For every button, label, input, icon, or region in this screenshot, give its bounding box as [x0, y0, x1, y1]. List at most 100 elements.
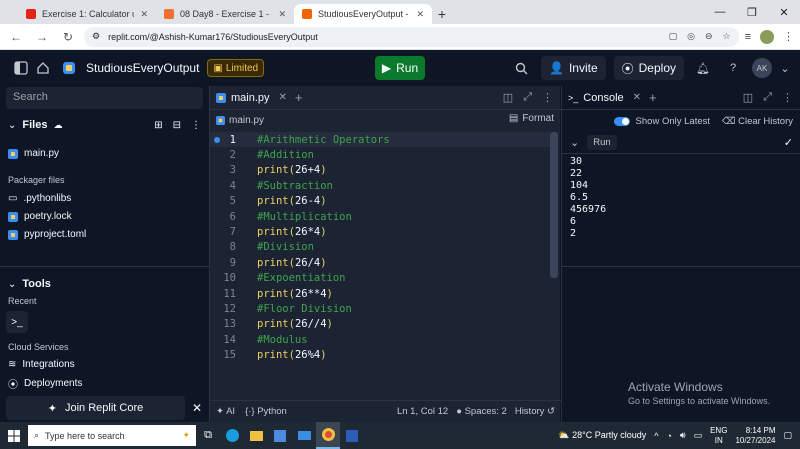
repl-name[interactable]: StudiousEveryOutput	[86, 61, 199, 75]
battery-icon[interactable]: ▭	[694, 430, 703, 441]
sidebar-toggle-icon[interactable]	[10, 57, 32, 79]
sidebar-search-input[interactable]: Search	[6, 87, 203, 109]
bookmark-star-icon[interactable]: ☆	[723, 31, 731, 42]
language-indicator[interactable]: {·} Python	[245, 406, 287, 417]
limited-badge[interactable]: ▣ Limited	[207, 59, 265, 77]
close-icon[interactable]: ✕	[188, 398, 206, 418]
screenshot-icon[interactable]: ▢	[669, 31, 678, 42]
search-icon[interactable]	[511, 57, 533, 79]
browser-menu-icon[interactable]: ⋮	[783, 30, 794, 43]
add-tab-plus-icon[interactable]: +	[649, 90, 657, 105]
editor-scrollbar[interactable]	[550, 132, 558, 278]
zoom-icon[interactable]: ⊖	[705, 31, 713, 42]
invite-button[interactable]: 👤 Invite	[540, 56, 606, 80]
code-line[interactable]: 12 #Floor Division	[210, 301, 550, 316]
close-icon[interactable]: ✕	[416, 9, 424, 20]
split-pane-icon[interactable]: ◫	[743, 91, 753, 104]
lens-icon[interactable]: ◎	[687, 31, 695, 42]
mail-icon[interactable]	[292, 422, 316, 449]
network-icon[interactable]: ◔	[666, 431, 671, 441]
home-icon[interactable]	[32, 57, 54, 79]
history-button[interactable]: History ↺	[515, 406, 555, 417]
task-view-icon[interactable]: ⧉	[196, 422, 220, 449]
bell-icon[interactable]: 🔔︎	[692, 57, 714, 79]
code-line[interactable]: 15 print(26%4)	[210, 347, 550, 362]
add-tab-plus-icon[interactable]: +	[295, 90, 303, 105]
file-item-pythonlibs[interactable]: ▭ .pythonlibs	[0, 193, 209, 204]
clear-history-button[interactable]: ⌫ Clear History	[722, 116, 793, 127]
close-icon[interactable]: ✕	[278, 9, 286, 20]
show-only-latest-toggle[interactable]	[613, 116, 630, 126]
format-button[interactable]: ▤ Format	[509, 113, 554, 124]
code-line[interactable]: 9 print(26/4)	[210, 255, 550, 270]
new-tab-plus-icon[interactable]: +	[432, 4, 452, 24]
language-indicator[interactable]: ENG IN	[710, 426, 727, 446]
code-line[interactable]: 2 #Addition	[210, 147, 550, 162]
site-info-icon[interactable]: ⚙	[92, 31, 100, 42]
maximize-icon[interactable]: ❐	[736, 0, 768, 24]
forward-arrow-icon[interactable]: →	[32, 27, 52, 47]
integrations-item[interactable]: ≋ Integrations	[0, 359, 209, 370]
browser-tab-replit[interactable]: StudiousEveryOutput - Replit ✕	[294, 4, 432, 24]
code-line[interactable]: 8 #Division	[210, 240, 550, 255]
code-line[interactable]: 11 print(26**4)	[210, 286, 550, 301]
close-icon[interactable]: ✕	[140, 9, 148, 20]
deploy-button[interactable]: ⦿ Deploy	[613, 56, 684, 80]
run-button[interactable]: ▶ Run	[375, 56, 425, 80]
reload-icon[interactable]: ↻	[58, 27, 78, 47]
tray-chevron-icon[interactable]: ^	[654, 431, 658, 441]
shell-tool-button[interactable]: >_	[6, 311, 28, 333]
file-item-pyproject[interactable]: pyproject.toml	[0, 229, 209, 240]
editor-tab-main-py[interactable]: main.py ✕	[216, 92, 287, 104]
code-line[interactable]: 7 print(26*4)	[210, 224, 550, 239]
close-icon[interactable]: ✕	[279, 92, 287, 103]
code-line[interactable]: 14 #Modulus	[210, 332, 550, 347]
minimize-icon[interactable]: —	[704, 0, 736, 24]
speaker-icon[interactable]: 🔊︎	[680, 430, 686, 441]
expand-icon[interactable]: ⤢	[763, 91, 772, 104]
weather-widget[interactable]: ⛅ 28°C Partly cloudy	[558, 430, 646, 441]
deployments-item[interactable]: ⦿ Deployments	[0, 376, 209, 391]
ai-button[interactable]: ✦ AI	[216, 406, 235, 417]
chrome-icon[interactable]	[316, 422, 340, 449]
chevron-down-icon[interactable]: ⌄	[780, 57, 790, 79]
more-options-icon[interactable]: ⋮	[782, 91, 793, 104]
code-line[interactable]: 13 print(26//4)	[210, 317, 550, 332]
code-line[interactable]: 5 print(26-4)	[210, 194, 550, 209]
start-button[interactable]	[0, 422, 28, 449]
code-area[interactable]: 1 #Arithmetic Operators 2 #Addition 3 print(2…	[210, 132, 550, 363]
file-item-main-py[interactable]: main.py	[0, 148, 209, 159]
more-options-icon[interactable]: ⋮	[191, 120, 201, 131]
join-replit-core-button[interactable]: ✦ Join Replit Core	[6, 396, 185, 420]
help-icon[interactable]: ?	[722, 57, 744, 79]
code-line[interactable]: 6 #Multiplication	[210, 209, 550, 224]
url-field[interactable]: ⚙ replit.com/@Ashish-Kumar176/StudiousEv…	[84, 26, 739, 47]
word-icon[interactable]	[340, 422, 364, 449]
console-tab[interactable]: >_ Console ✕	[568, 92, 641, 104]
file-explorer-icon[interactable]	[244, 422, 268, 449]
clock[interactable]: 8:14 PM 10/27/2024	[735, 426, 775, 446]
code-line[interactable]: 10 #Expoentiation	[210, 271, 550, 286]
browser-tab-calculator[interactable]: Exercise 1: Calculator using Pyth ✕	[18, 4, 156, 24]
notifications-icon[interactable]: ▢	[783, 430, 792, 441]
browser-profile-avatar[interactable]	[760, 29, 774, 44]
expand-icon[interactable]: ⤢	[523, 91, 532, 104]
breadcrumb-file[interactable]: main.py	[229, 115, 264, 126]
taskbar-search-input[interactable]: ⌕ Type here to search ✦	[28, 425, 196, 446]
cursor-position[interactable]: Ln 1, Col 12	[397, 406, 448, 417]
window-close-icon[interactable]: ✕	[768, 0, 800, 24]
code-line[interactable]: 3 print(26+4)	[210, 163, 550, 178]
code-line[interactable]: 1 #Arithmetic Operators	[210, 132, 550, 148]
close-icon[interactable]: ✕	[633, 92, 641, 103]
new-file-icon[interactable]: ⊞	[154, 120, 162, 131]
tab-search-icon[interactable]: ≡	[745, 31, 751, 43]
browser-tab-day8[interactable]: 08 Day8 - Exercise 1 - Create a ✕	[156, 4, 294, 24]
user-avatar[interactable]: AK	[752, 58, 772, 78]
tools-section-header[interactable]: ⌄ Tools	[0, 278, 209, 290]
more-options-icon[interactable]: ⋮	[542, 91, 553, 104]
back-arrow-icon[interactable]: ←	[6, 27, 26, 47]
new-folder-icon[interactable]: ⊟	[173, 120, 181, 131]
store-icon[interactable]	[268, 422, 292, 449]
spaces-setting[interactable]: ● Spaces: 2	[456, 406, 507, 417]
chevron-down-icon[interactable]: ⌄	[570, 136, 579, 149]
